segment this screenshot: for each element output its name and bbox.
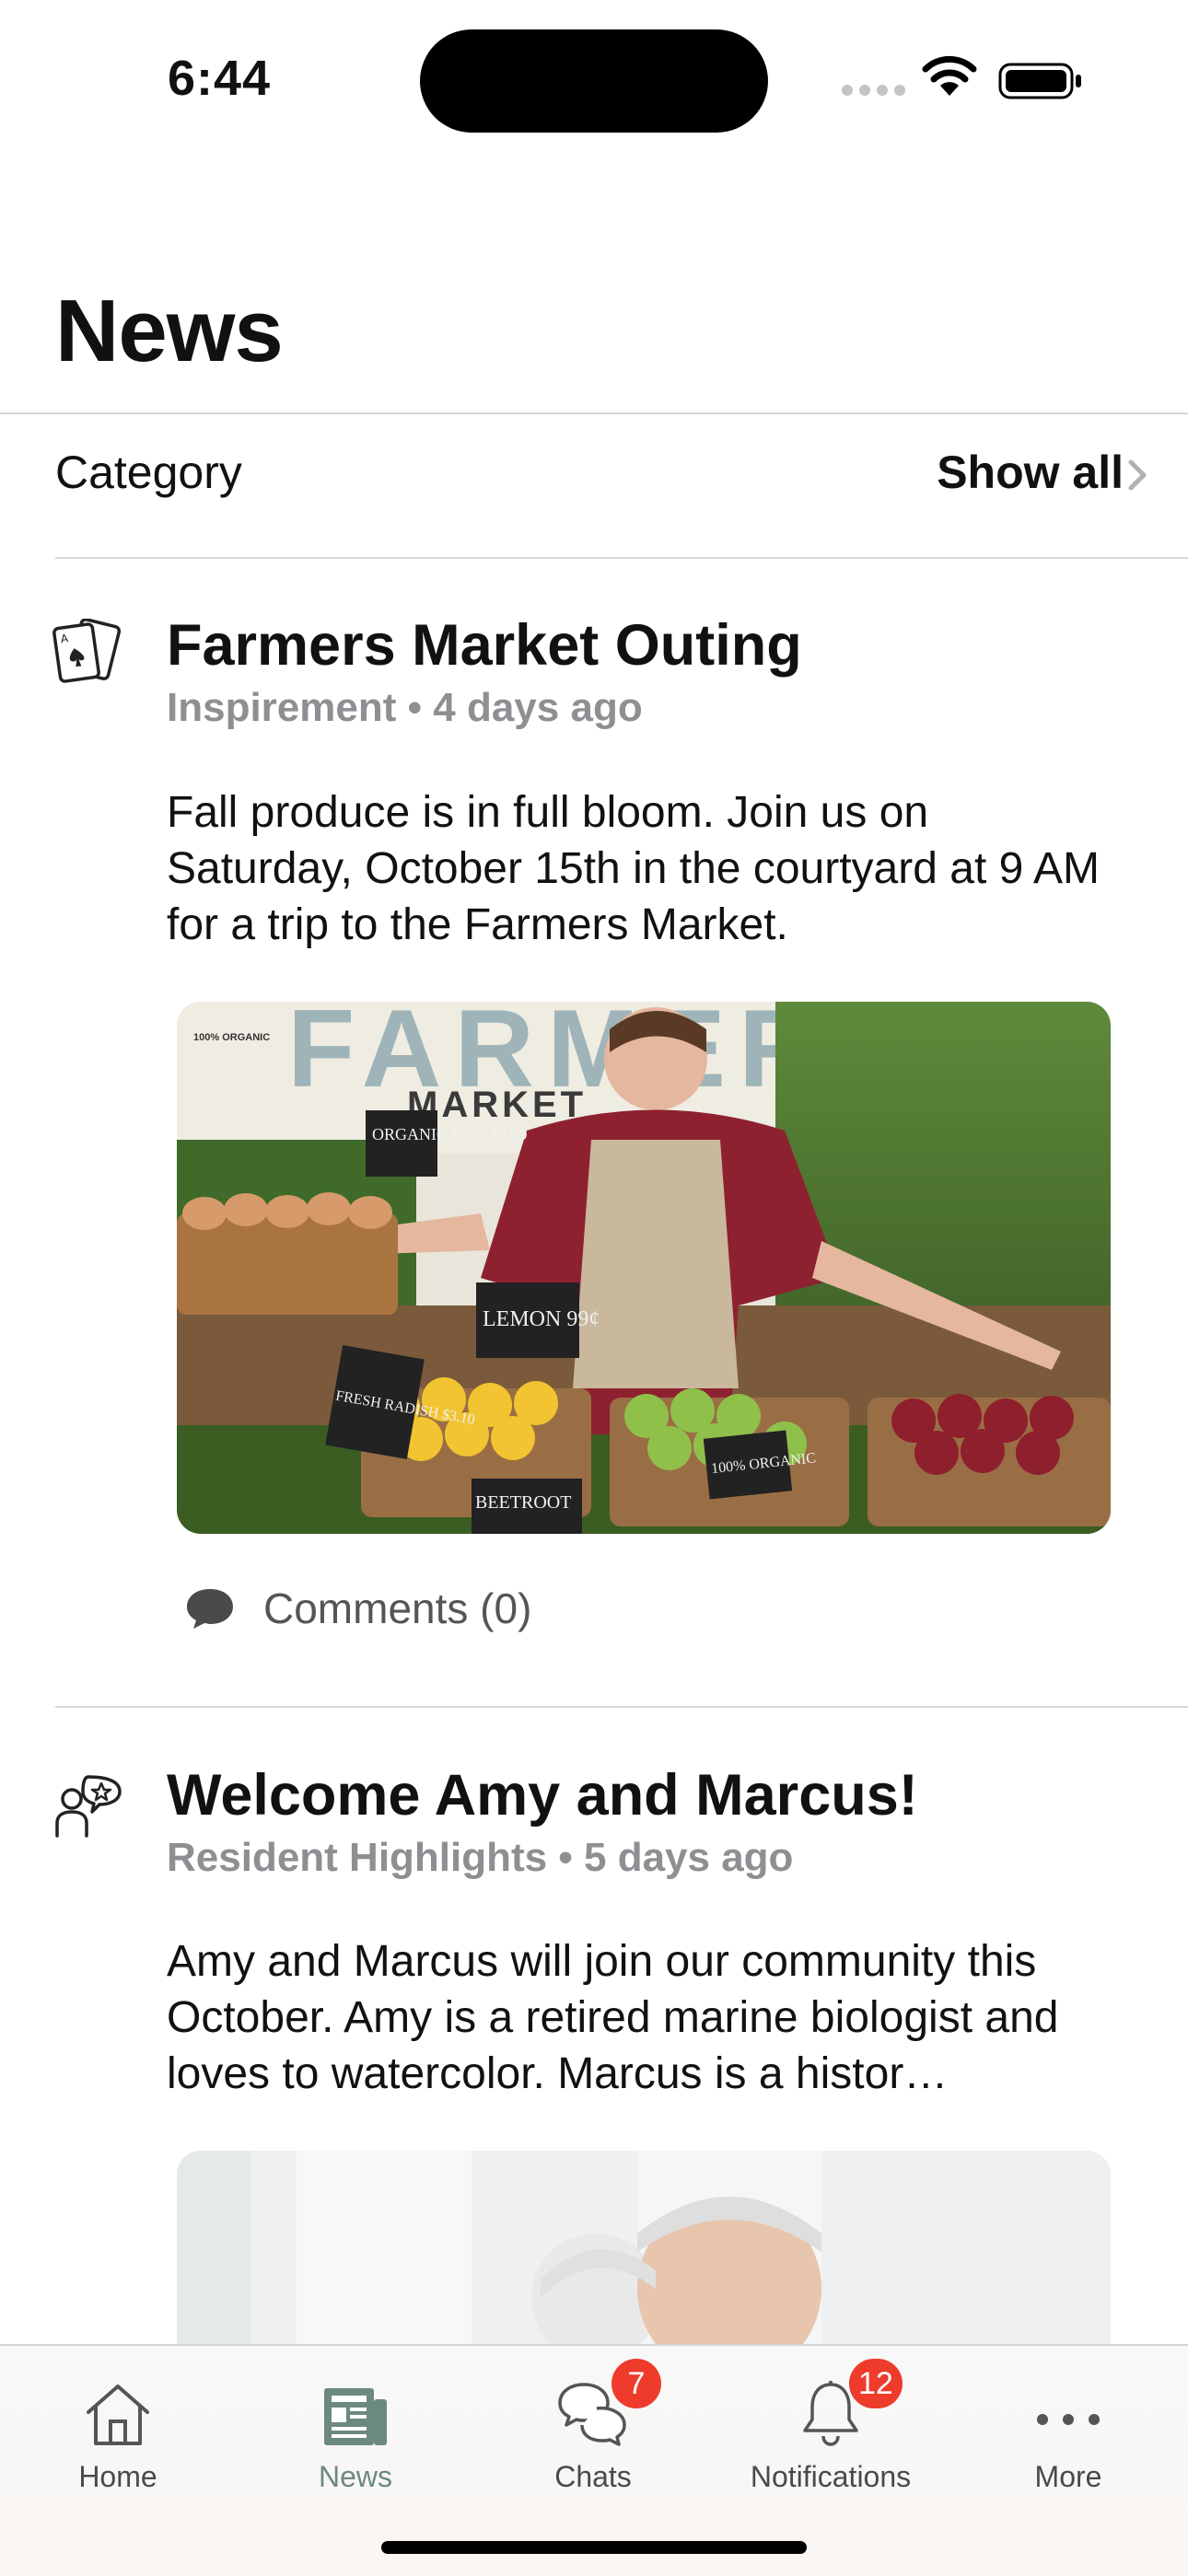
notifications-badge: 12 [849,2359,903,2408]
home-indicator[interactable] [381,2541,807,2554]
post-category: Inspirement [167,685,397,730]
post-title[interactable]: Farmers Market Outing [167,612,802,679]
playing-cards-icon: A [52,619,122,683]
chats-badge: 7 [611,2359,661,2408]
dynamic-island [420,29,768,133]
newspaper-icon [324,2388,387,2445]
comment-bubble-icon [187,1589,233,1629]
post-category: Resident Highlights [167,1835,548,1880]
post-age: 5 days ago [584,1835,794,1880]
tab-label: More [1034,2460,1102,2493]
divider [55,1706,1188,1708]
meta-separator: • [558,1835,573,1880]
category-label: Category [55,447,242,498]
beetroot-sign: BEETROOT [475,1492,571,1513]
tab-more[interactable]: More [967,2364,1170,2494]
more-dots-icon [1037,2414,1100,2425]
tab-label: News [318,2460,392,2493]
post-meta: Resident Highlights • 5 days ago [167,1835,793,1881]
resident-highlight-icon [55,1775,122,1838]
post-meta: Inspirement • 4 days ago [167,685,643,731]
divider [0,412,1188,414]
tab-label: Home [78,2460,157,2493]
status-time: 6:44 [168,51,272,106]
tab-notifications[interactable]: 12 Notifications [729,2359,932,2494]
divider [55,557,1188,559]
lemon-sign: LEMON 99¢ [483,1307,600,1331]
tab-chats[interactable]: 7 Chats [492,2359,694,2494]
tab-label: Notifications [750,2460,912,2493]
meta-separator: • [407,685,423,730]
cellular-signal-icon [842,85,905,96]
post-body: Fall produce is in full bloom. Join us o… [167,788,1100,949]
comments-label: Comments (0) [263,1584,532,1632]
category-filter-row[interactable]: Category Show all [55,416,1188,558]
chevron-right-icon [1128,459,1147,491]
page-title: News [55,282,284,380]
farmers-market-photo: FARMERS MARKET 100% ORGANIC ORGANIC EGG … [177,1002,1111,1534]
tab-label: Chats [554,2460,632,2493]
wifi-icon [922,55,977,96]
tab-home[interactable]: Home [17,2364,219,2494]
post-body: Amy and Marcus will join our community t… [167,1937,1059,2098]
post-title[interactable]: Welcome Amy and Marcus! [167,1762,918,1828]
battery-icon [998,63,1081,99]
status-bar: 6:44 [0,0,1188,157]
post-age: 4 days ago [433,685,643,730]
post-image[interactable]: FARMERS MARKET 100% ORGANIC ORGANIC EGG … [177,1002,1111,1534]
comments-button[interactable]: Comments (0) [184,1584,531,1633]
show-all-button[interactable]: Show all [937,446,1124,499]
tab-news[interactable]: News [254,2364,457,2494]
corner-organic-text: 100% ORGANIC [193,1032,270,1043]
egg-sign: ORGANIC EGG $3.99 [372,1125,528,1143]
home-icon [87,2385,149,2445]
